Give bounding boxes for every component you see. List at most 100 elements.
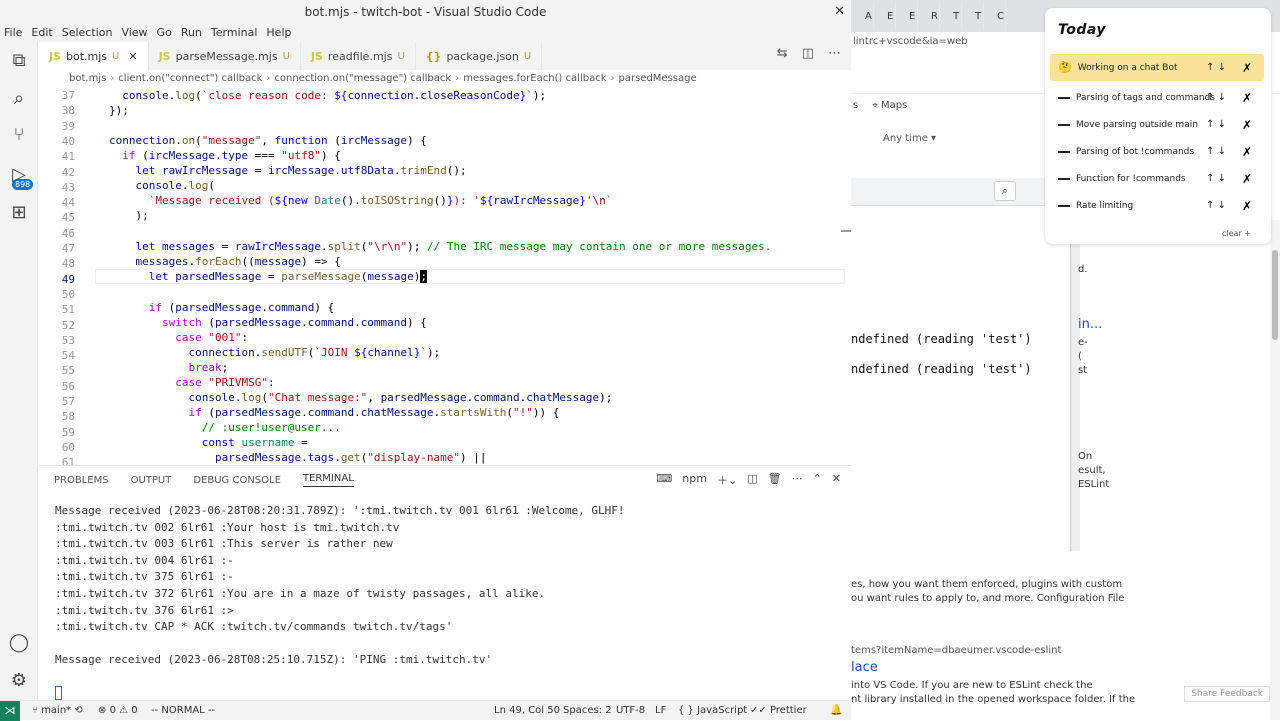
reorder-arrows-icon[interactable]: ↑ ↓ [1206, 62, 1226, 73]
more-actions-icon[interactable]: ⋯ [792, 472, 803, 488]
run-debug-icon[interactable]: ▷ [8, 164, 30, 186]
split-editor-icon[interactable]: ◫ [802, 46, 814, 61]
breadcrumb-item[interactable]: client.on("connect") callback [118, 73, 262, 84]
source-control-icon[interactable]: ⑂ [8, 124, 30, 146]
browser-tab[interactable]: R [919, 2, 940, 30]
result-snippet: On [1078, 451, 1093, 462]
thinking-face-icon: 🤔 [1058, 61, 1072, 74]
task-item[interactable]: Move parsing outside main ↑ ↓ ✗ [1050, 111, 1264, 138]
browser-scrollbar[interactable] [1270, 220, 1280, 720]
breadcrumb-item[interactable]: connection.on("message") callback [274, 73, 451, 84]
panel-tab-terminal[interactable]: TERMINAL [302, 473, 354, 487]
menu-item-terminal[interactable]: Terminal [211, 24, 258, 42]
reorder-arrows-icon[interactable]: ↑ ↓ [1206, 173, 1226, 184]
result-title[interactable]: lace [851, 660, 878, 675]
task-item[interactable]: Parsing of tags and commands ↑ ↓ ✗ [1050, 84, 1264, 111]
drag-handle-icon[interactable] [1058, 96, 1070, 99]
more-actions-icon[interactable]: ⋯ [828, 46, 841, 61]
drag-handle-icon[interactable] [1058, 123, 1070, 126]
account-icon[interactable]: ◯ [8, 632, 30, 654]
explorer-icon[interactable]: ⧉ [8, 50, 30, 72]
close-icon[interactable]: ✗ [1242, 172, 1252, 186]
split-terminal-icon[interactable]: ◫ [747, 472, 757, 488]
time-filter[interactable]: Any time ▾ [883, 133, 936, 144]
bell-icon[interactable]: 🔔 [830, 705, 842, 716]
breadcrumb-item[interactable]: messages.forEach() callback [463, 73, 606, 84]
add-terminal-icon[interactable]: ＋⌄ [717, 472, 737, 488]
share-feedback-button[interactable]: Share Feedback [1184, 686, 1270, 702]
menu-item-edit[interactable]: Edit [31, 24, 52, 42]
close-panel-icon[interactable]: ✕ [832, 472, 841, 488]
trash-icon[interactable]: 🗑 [768, 472, 782, 488]
branch-status[interactable]: ⑂ main* ⟲ [32, 705, 83, 716]
cursor-position[interactable]: Ln 49, Col 50 [494, 705, 560, 716]
scrollbar-thumb[interactable] [1272, 250, 1278, 340]
browser-tab[interactable]: T [941, 2, 962, 30]
tab-parseMessage-mjs[interactable]: JS parseMessage.mjs U [149, 42, 301, 70]
maximize-panel-icon[interactable]: ⌃ [813, 472, 822, 488]
reorder-arrows-icon[interactable]: ↑ ↓ [1206, 92, 1226, 103]
close-icon[interactable]: ✕ [834, 0, 845, 24]
search-tab[interactable]: s [853, 100, 858, 120]
line-number: 57 [61, 395, 75, 408]
browser-tab-label: E [909, 10, 916, 22]
window-title: bot.mjs - twitch-bot - Visual Studio Cod… [304, 5, 547, 19]
maps-tab[interactable]: ⌖ Maps [872, 100, 907, 120]
menu-item-file[interactable]: File [4, 24, 22, 42]
close-icon[interactable]: ✕ [128, 50, 137, 63]
js-file-icon: JS [310, 49, 323, 63]
breadcrumb-item[interactable]: parsedMessage [619, 73, 697, 84]
result-title[interactable]: in... [1078, 317, 1102, 332]
panel-tab-problems[interactable]: PROBLEMS [54, 475, 109, 486]
problems-status[interactable]: ⊗ 0 ⚠ 0 [98, 705, 138, 716]
menu-item-go[interactable]: Go [157, 24, 172, 42]
close-icon[interactable]: ✗ [1242, 91, 1252, 105]
tab-readfile-mjs[interactable]: JS readfile.mjs U [301, 42, 416, 70]
extensions-icon[interactable]: ⊞ [8, 202, 30, 224]
drag-handle-icon[interactable] [1058, 177, 1070, 180]
terminal-icon[interactable]: ⌨ [656, 472, 672, 488]
task-item[interactable]: Function for !commands ↑ ↓ ✗ [1050, 165, 1264, 192]
browser-tab[interactable]: C [985, 2, 1006, 30]
reorder-arrows-icon[interactable]: ↑ ↓ [1206, 146, 1226, 157]
code-editor[interactable]: 37 38 39 40 41 42 43 44 45 46 47 48 49 50 51 52 53 54 55 56… [39, 87, 851, 465]
active-task[interactable]: 🤔 Working on a chat Bot ↑ ↓ ✗ [1050, 54, 1264, 81]
breadcrumb-item[interactable]: bot.mjs [69, 73, 106, 84]
close-icon[interactable]: ✗ [1242, 145, 1252, 159]
compare-icon[interactable]: ⇆ [777, 46, 788, 61]
language-mode[interactable]: { } JavaScript [678, 705, 747, 716]
gear-icon[interactable]: ⚙ [8, 670, 30, 692]
task-item[interactable]: Parsing of bot !commands ↑ ↓ ✗ [1050, 138, 1264, 165]
clear-button[interactable]: clear + [1222, 229, 1251, 238]
menu-item-view[interactable]: View [121, 24, 147, 42]
terminal-name[interactable]: npm [682, 472, 707, 488]
menu-item-help[interactable]: Help [266, 24, 291, 42]
drag-handle-icon[interactable] [1058, 150, 1070, 153]
browser-tab[interactable]: E [897, 2, 918, 30]
panel-tab-debug-console[interactable]: DEBUG CONSOLE [193, 475, 281, 486]
menu-item-run[interactable]: Run [181, 24, 202, 42]
encoding[interactable]: UTF-8 [616, 705, 645, 716]
prettier-status[interactable]: ✓✓ Prettier [750, 705, 807, 716]
indentation[interactable]: Spaces: 2 [563, 705, 612, 716]
vscode-window: bot.mjs - twitch-bot - Visual Studio Cod… [0, 0, 851, 721]
browser-tab[interactable]: A [853, 2, 874, 30]
search-icon[interactable]: ⌕ [8, 88, 30, 110]
result-url[interactable]: tems?itemName=dbaeumer.vscode-eslint [851, 645, 1061, 656]
close-icon[interactable]: ✗ [1242, 118, 1252, 132]
task-item[interactable]: Rate limiting ↑ ↓ ✗ [1050, 192, 1264, 219]
browser-tab[interactable]: E [875, 2, 896, 30]
search-icon[interactable]: ⌕ [994, 181, 1016, 201]
browser-tab[interactable]: T [963, 2, 984, 30]
close-icon[interactable]: ✗ [1242, 61, 1252, 75]
tab-package-json[interactable]: {} package.json U [416, 42, 543, 70]
reorder-arrows-icon[interactable]: ↑ ↓ [1206, 119, 1226, 130]
tab-bot-mjs[interactable]: JS bot.mjs U ✕ [39, 42, 149, 70]
menu-item-selection[interactable]: Selection [62, 24, 113, 42]
reorder-arrows-icon[interactable]: ↑ ↓ [1206, 200, 1226, 211]
end-of-line[interactable]: LF [655, 705, 666, 716]
panel-tab-output[interactable]: OUTPUT [131, 475, 172, 486]
remote-icon[interactable]: ⋊ [0, 701, 20, 721]
close-icon[interactable]: ✗ [1242, 199, 1252, 213]
drag-handle-icon[interactable] [1058, 204, 1070, 207]
